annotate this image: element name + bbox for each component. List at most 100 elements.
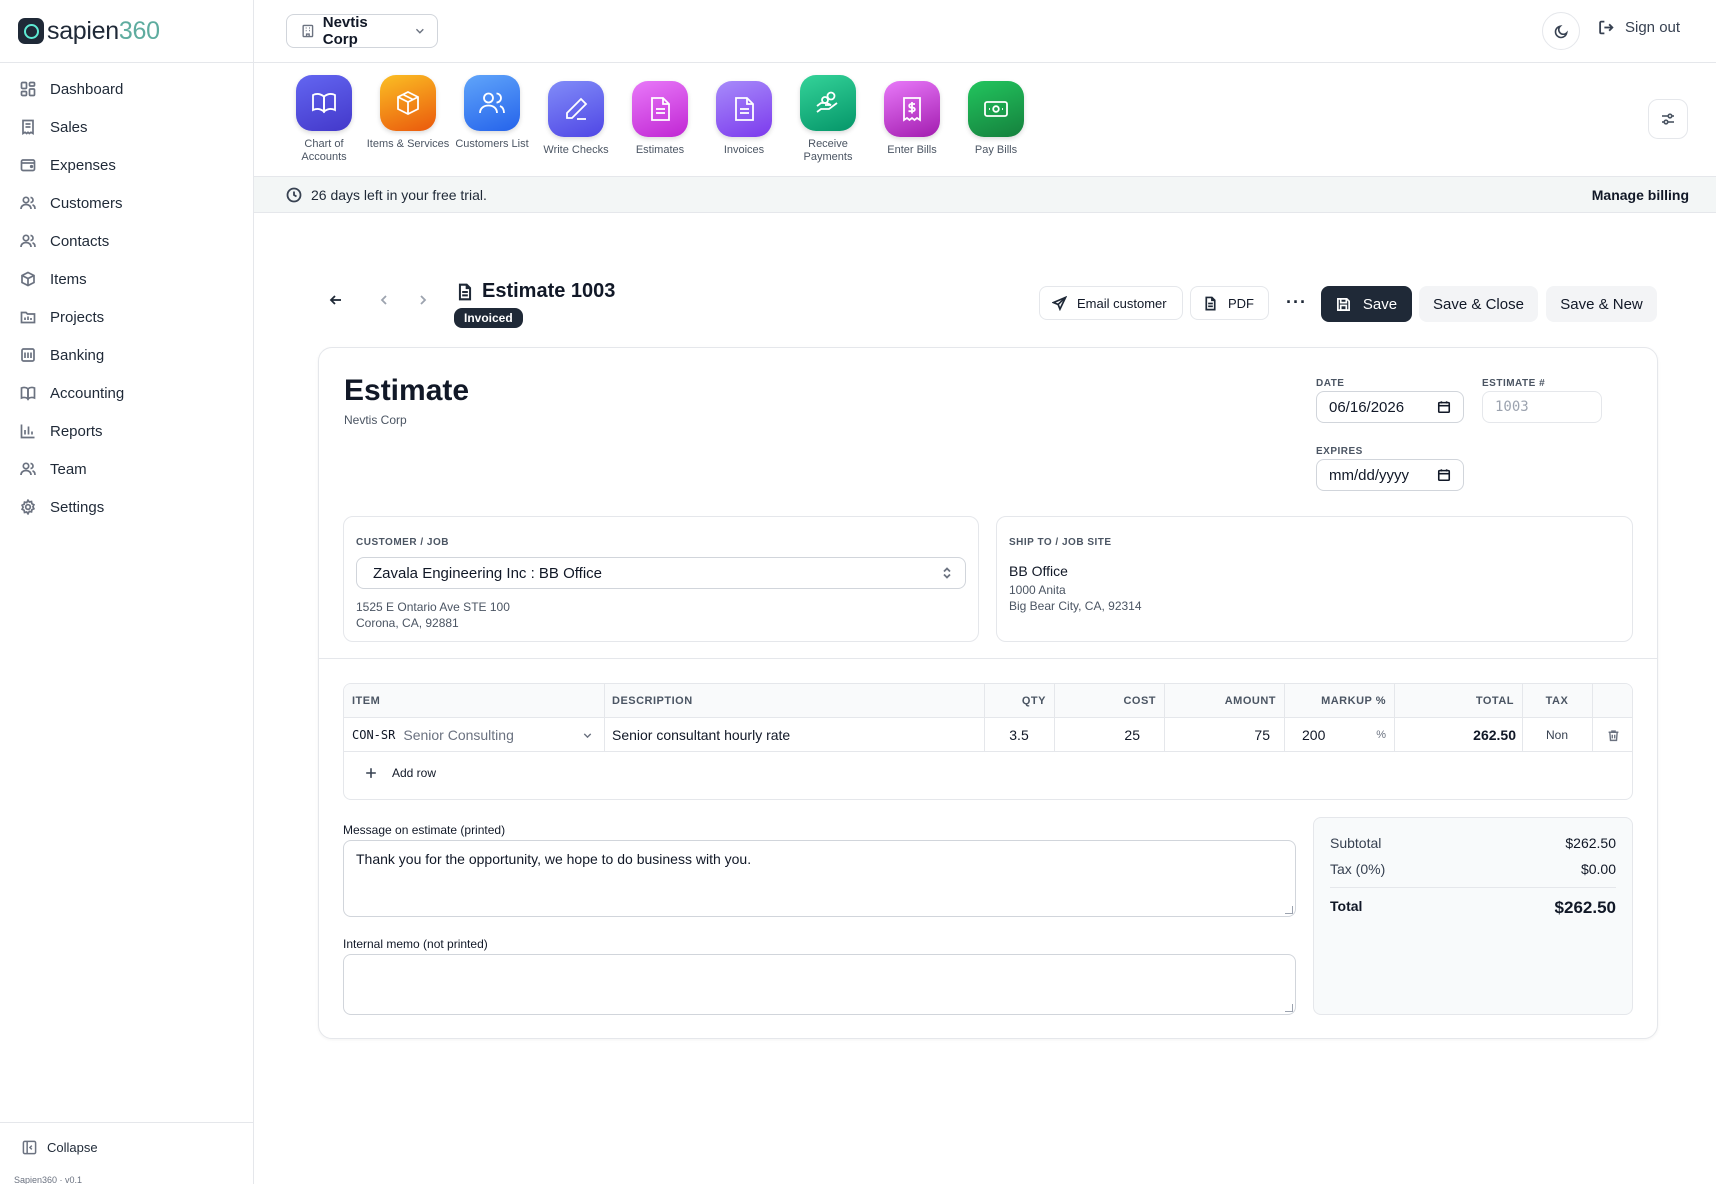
sidebar-item-customers[interactable]: Customers — [0, 184, 254, 222]
amount-input[interactable]: 75 — [1164, 718, 1284, 752]
app-pay-bills[interactable]: Pay Bills — [954, 81, 1038, 157]
sidebar-item-team[interactable]: Team — [0, 450, 254, 488]
app-enter-bills[interactable]: Enter Bills — [870, 81, 954, 157]
dashboard-icon — [20, 81, 36, 97]
item-select[interactable]: CON-SR Senior Consulting — [344, 718, 604, 752]
qty-input[interactable]: 3.5 — [984, 718, 1054, 752]
save-close-button[interactable]: Save & Close — [1419, 286, 1538, 322]
resize-handle[interactable] — [1285, 906, 1293, 914]
app-invoices[interactable]: Invoices — [702, 81, 786, 157]
company-switcher[interactable]: Nevtis Corp — [286, 14, 438, 48]
file-text-icon — [458, 283, 472, 300]
sidebar-item-projects[interactable]: Projects — [0, 298, 254, 336]
save-label: Save — [1362, 295, 1398, 313]
collapse-label: Collapse — [47, 1140, 98, 1155]
column-header-cost: COST — [1123, 695, 1156, 707]
email-customer-button[interactable]: Email customer — [1039, 286, 1183, 320]
totals-panel: Subtotal $262.50 Tax (0%) $0.00 Total $2… — [1313, 817, 1633, 1015]
estimate-number-input[interactable]: 1003 — [1482, 391, 1602, 423]
app-items-services[interactable]: Items & Services — [366, 75, 450, 151]
app-estimates[interactable]: Estimates — [618, 81, 702, 157]
sidebar-item-dashboard[interactable]: Dashboard — [0, 70, 254, 108]
app-customers-list[interactable]: Customers List — [450, 75, 534, 151]
sidebar-item-expenses[interactable]: Expenses — [0, 146, 254, 184]
date-input[interactable]: 06/16/2026 — [1316, 391, 1464, 423]
divider — [0, 1122, 254, 1123]
sidebar-item-banking[interactable]: Banking — [0, 336, 254, 374]
back-button[interactable] — [326, 290, 346, 310]
chevron-up-down-icon — [943, 567, 951, 579]
app-launcher: Chart of Accounts Items & Services Custo… — [254, 63, 1716, 176]
app-tile — [716, 81, 772, 137]
expires-label: EXPIRES — [1316, 446, 1363, 457]
manage-billing-link[interactable]: Manage billing — [1592, 187, 1689, 203]
column-header-description: DESCRIPTION — [612, 695, 693, 707]
customize-launcher-button[interactable] — [1648, 99, 1688, 139]
plus-icon — [366, 768, 376, 778]
estimate-number-placeholder: 1003 — [1495, 399, 1529, 415]
save-new-button[interactable]: Save & New — [1546, 286, 1657, 322]
sidebar-item-settings[interactable]: Settings — [0, 488, 254, 526]
app-chart-of-accounts[interactable]: Chart of Accounts — [282, 75, 366, 164]
message-textarea[interactable]: Thank you for the opportunity, we hope t… — [343, 840, 1296, 917]
app-tile — [632, 81, 688, 137]
tax-label: Tax (0%) — [1330, 861, 1386, 877]
file-icon — [1205, 296, 1216, 310]
theme-toggle-button[interactable] — [1542, 12, 1580, 50]
bar-chart-icon — [20, 424, 35, 439]
receipt-icon — [22, 119, 34, 135]
description-input[interactable]: Senior consultant hourly rate — [604, 718, 984, 752]
app-tile — [884, 81, 940, 137]
chevron-down-icon — [416, 28, 425, 34]
sidebar-item-reports[interactable]: Reports — [0, 412, 254, 450]
markup-input[interactable]: 200 % — [1284, 718, 1394, 752]
app-receive-payments[interactable]: Receive Payments — [786, 75, 870, 164]
customer-value: Zavala Engineering Inc : BB Office — [373, 564, 603, 582]
save-icon — [1336, 297, 1350, 311]
app-label: Write Checks — [543, 144, 609, 156]
package-icon — [397, 90, 419, 116]
customer-select[interactable]: Zavala Engineering Inc : BB Office — [356, 557, 966, 589]
sidebar-item-accounting[interactable]: Accounting — [0, 374, 254, 412]
ship-to-name: BB Office — [1009, 563, 1068, 579]
chevron-down-icon — [583, 732, 592, 738]
clock-icon — [286, 187, 302, 202]
app-write-checks[interactable]: Write Checks — [534, 81, 618, 157]
save-button[interactable]: Save — [1321, 286, 1412, 322]
message-label: Message on estimate (printed) — [343, 823, 506, 837]
ship-to-address-line: 1000 Anita — [1009, 583, 1066, 597]
sidebar-item-label: Team — [50, 460, 87, 478]
subtotal-row: Subtotal $262.50 — [1330, 835, 1616, 851]
sign-out-button[interactable]: Sign out — [1598, 19, 1680, 36]
collapse-button[interactable]: Collapse — [22, 1140, 98, 1155]
chevron-left-icon — [380, 295, 387, 305]
expires-input[interactable]: mm/dd/yyyy — [1316, 459, 1464, 491]
more-actions-button[interactable]: ··· — [1286, 292, 1307, 313]
total-label: Total — [1330, 898, 1363, 914]
sidebar-item-contacts[interactable]: Contacts — [0, 222, 254, 260]
pdf-button[interactable]: PDF — [1190, 286, 1269, 320]
sidebar-item-label: Accounting — [50, 384, 125, 402]
cost-input[interactable]: 25 — [1054, 718, 1164, 752]
banknote-icon — [984, 101, 1008, 117]
previous-record-button[interactable] — [374, 290, 394, 310]
add-row-button[interactable]: Add row — [364, 766, 436, 780]
sidebar-nav: Dashboard Sales Expenses Customers Conta… — [0, 70, 254, 526]
tax-select[interactable]: Non — [1522, 718, 1592, 752]
brand-logo[interactable]: sapien360 — [18, 14, 160, 48]
arrow-left-icon — [329, 295, 341, 305]
trash-icon — [1608, 729, 1618, 741]
sidebar-item-label: Customers — [50, 194, 123, 212]
sidebar-item-label: Items — [50, 270, 87, 288]
internal-memo-textarea[interactable] — [343, 954, 1296, 1015]
customer-panel: CUSTOMER / JOB Zavala Engineering Inc : … — [343, 516, 979, 642]
form-heading: Estimate — [344, 374, 470, 407]
next-record-button[interactable] — [413, 290, 433, 310]
total-row: Total $262.50 — [1330, 898, 1616, 918]
customer-address-line: 1525 E Ontario Ave STE 100 — [356, 600, 510, 614]
sidebar-item-sales[interactable]: Sales — [0, 108, 254, 146]
sign-out-label: Sign out — [1625, 19, 1681, 36]
sidebar-item-items[interactable]: Items — [0, 260, 254, 298]
resize-handle[interactable] — [1285, 1004, 1293, 1012]
delete-row-button[interactable] — [1592, 718, 1632, 752]
